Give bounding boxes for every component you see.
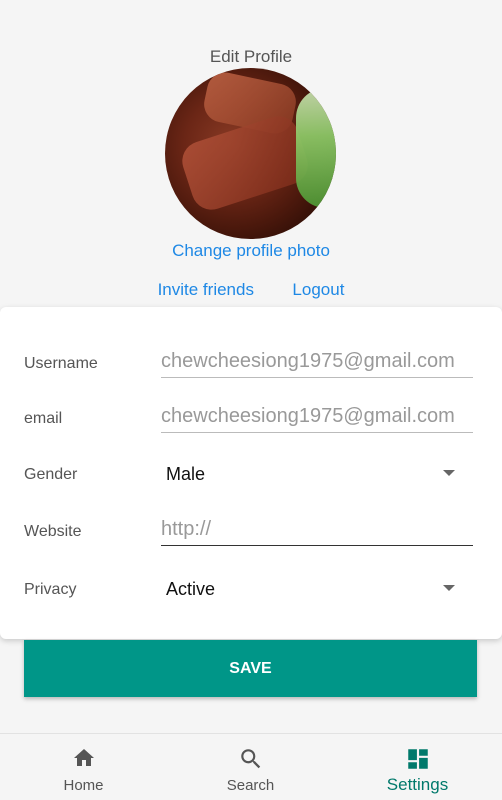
logout-link[interactable]: Logout [292,280,344,299]
email-field[interactable]: chewcheesiong1975@gmail.com [161,400,473,433]
website-field[interactable]: http:// [161,513,473,546]
tab-settings-label: Settings [386,775,449,794]
tab-search[interactable]: Search [167,734,334,800]
change-photo-link[interactable]: Change profile photo [172,241,330,260]
website-label: Website [24,523,82,540]
privacy-label: Privacy [24,581,77,598]
username-row: Username chewcheesiong1975@gmail.com [24,345,473,385]
page-title: Edit Profile [209,47,293,66]
gender-label: Gender [24,466,78,483]
photo-detail [296,88,336,208]
username-field[interactable]: chewcheesiong1975@gmail.com [161,345,473,378]
tab-home-label: Home [63,777,104,794]
tab-search-label: Search [226,777,275,794]
website-row: Website http:// [24,513,473,553]
profile-links: Invite friends Logout [0,280,502,300]
photo-detail [177,111,313,215]
dashboard-icon [405,746,431,777]
search-icon [238,746,264,777]
email-label: email [24,410,63,427]
tab-home[interactable]: Home [0,734,167,800]
gender-select[interactable]: Male [166,459,473,489]
tab-settings[interactable]: Settings [334,734,501,800]
email-row: email chewcheesiong1975@gmail.com [24,400,473,440]
profile-form: Username chewcheesiong1975@gmail.com ema… [0,307,502,639]
username-label: Username [24,355,98,372]
chevron-down-icon[interactable] [443,585,455,591]
save-button[interactable]: SAVE [24,640,477,697]
gender-row: Gender Male [24,456,473,496]
edit-profile-screen: Edit Profile Change profile photo Invite… [0,0,502,800]
profile-photo[interactable] [165,68,336,239]
home-icon [71,746,97,775]
privacy-select[interactable]: Active [166,574,473,604]
privacy-row: Privacy Active [24,571,473,611]
chevron-down-icon[interactable] [443,470,455,476]
invite-friends-link[interactable]: Invite friends [158,280,254,299]
bottom-navigation: Home Search Settings [0,733,502,800]
